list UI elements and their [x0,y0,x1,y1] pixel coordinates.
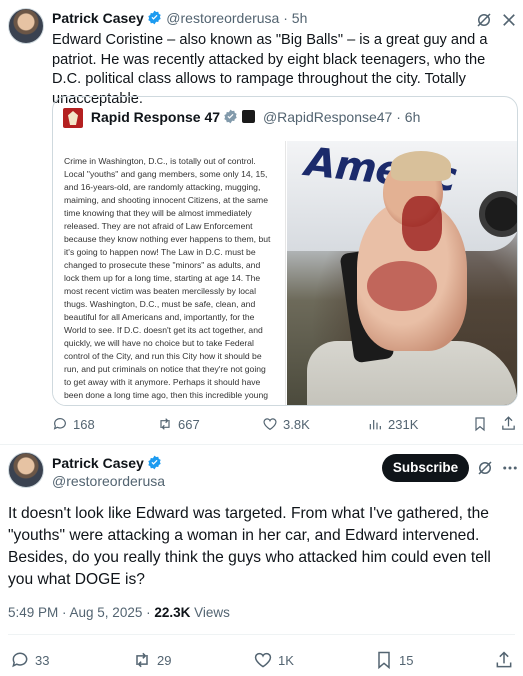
like-button[interactable]: 3.8K [262,416,310,432]
bookmark-icon[interactable] [472,416,488,432]
avatar[interactable] [8,452,44,488]
like-count: 1K [278,652,294,668]
divider [8,634,515,635]
share-icon[interactable] [500,415,517,432]
handle: @restoreorderusa · 5h [166,10,308,26]
author-name[interactable]: Patrick Casey [52,10,144,26]
reply-button[interactable]: 168 [52,416,95,432]
quoted-post[interactable]: Rapid Response 47 @RapidResponse47 · 6h … [52,96,518,406]
quote-photo[interactable]: Americ [287,141,517,405]
author-name[interactable]: Patrick Casey [52,455,144,471]
verified-badge-icon [148,455,161,470]
handle: @restoreorderusa [52,473,166,489]
photo-detail [367,261,437,311]
verified-badge-icon [148,10,161,25]
bookmark-icon [378,651,390,670]
avatar[interactable] [8,8,44,44]
van-wheel [479,191,517,237]
like-count: 3.8K [283,416,310,432]
view-count: 231K [388,416,419,432]
quote-document-image[interactable]: Crime in Washington, D.C., is totally ou… [53,141,286,405]
repost-count: 29 [157,652,172,668]
repost-button[interactable]: 667 [157,416,200,432]
grok-icon[interactable] [475,11,493,29]
reply-icon [53,418,66,430]
quote-handle: @RapidResponse47 · 6h [262,108,421,125]
verified-badge-icon [224,109,237,124]
bookmark-button[interactable]: 15 [374,650,413,670]
views-button[interactable]: 231K [367,416,418,432]
repost-icon [136,652,148,668]
quote-document-text: Crime in Washington, D.C., is totally ou… [64,156,271,405]
post2-text: It doesn't look like Edward was targeted… [8,505,491,588]
close-icon[interactable] [500,11,518,29]
reply-button[interactable]: 33 [10,650,49,670]
timestamp[interactable]: 5:49 PM · Aug 5, 2025 · [8,605,154,620]
rapid-response-logo-icon [63,108,83,128]
heart-icon [263,418,277,431]
grok-icon[interactable] [476,459,494,477]
like-button[interactable]: 1K [253,650,294,670]
repost-icon [160,418,170,430]
repost-button[interactable]: 29 [132,650,171,670]
reply-count: 168 [73,416,95,432]
repost-count: 667 [178,416,200,432]
subscribe-button[interactable]: Subscribe [382,454,469,482]
quote-author-name: Rapid Response 47 [90,108,221,125]
quote-header: Rapid Response 47 @RapidResponse47 · 6h [63,108,420,128]
bookmark-count: 15 [399,652,414,668]
more-icon[interactable] [501,459,519,477]
view-count: 22.3K [154,605,191,620]
share-icon[interactable] [494,650,514,670]
photo-detail [402,196,442,251]
reply-icon [12,652,28,668]
views-icon [369,420,381,430]
views-label: Views [190,605,230,620]
divider [0,444,523,445]
government-badge-icon [242,109,256,123]
reply-count: 33 [35,652,50,668]
post-meta: 5:49 PM · Aug 5, 2025 · 22.3K Views [8,605,230,620]
photo-hair [391,151,451,181]
post1-header: Patrick Casey @restoreorderusa · 5h [52,10,307,28]
post2-author: Patrick Casey [52,455,162,473]
heart-icon [254,652,272,668]
